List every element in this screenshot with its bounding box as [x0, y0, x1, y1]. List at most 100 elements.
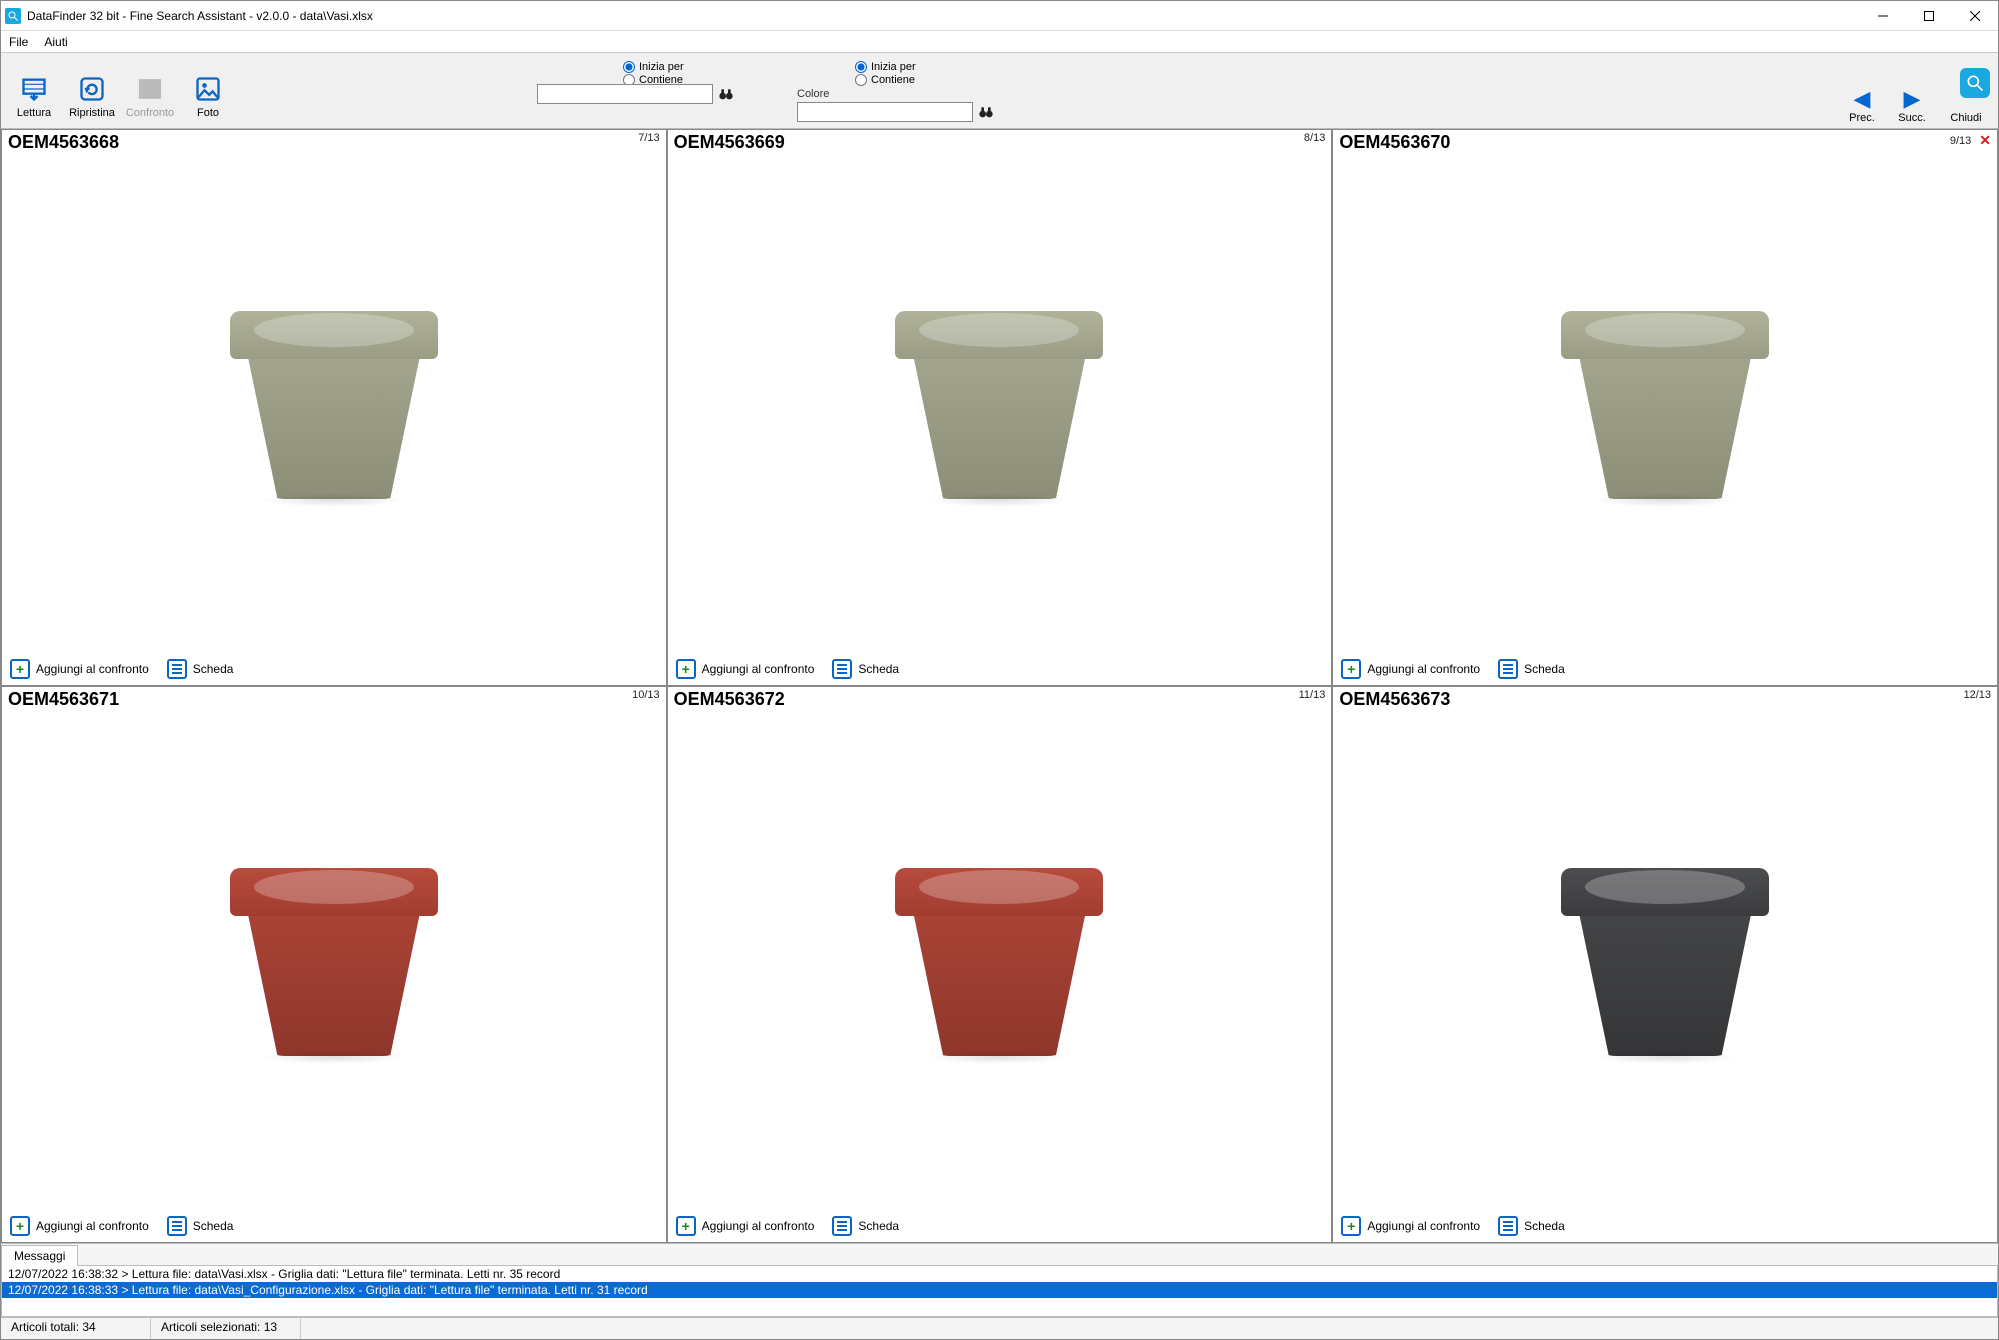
card-count: 11/13 [1299, 689, 1326, 701]
radio-contains-2[interactable]: Contiene [855, 74, 916, 86]
radio-starts-2-label: Inizia per [871, 61, 916, 73]
search-input-2[interactable] [797, 102, 973, 122]
messages-list[interactable]: 12/07/2022 16:38:32 > Lettura file: data… [1, 1265, 1998, 1317]
sheet-icon [1498, 659, 1518, 679]
global-search-button[interactable] [1960, 68, 1990, 98]
binoculars-icon-2[interactable] [975, 102, 997, 122]
card-code: OEM4563670 [1339, 132, 1450, 153]
radio-starts-2[interactable]: Inizia per [855, 61, 916, 73]
toolbar: Lettura Ripristina Confronto Foto Inizi [1, 53, 1998, 129]
card-count: 7/13 [638, 132, 659, 144]
toolbar-left: Lettura Ripristina Confronto Foto [5, 56, 237, 124]
confronto-label: Confronto [126, 107, 174, 119]
radio-starts-1-label: Inizia per [639, 61, 684, 73]
sheet-label: Scheda [193, 662, 234, 676]
plus-icon: + [1341, 1216, 1361, 1236]
minimize-button[interactable] [1860, 1, 1906, 31]
messages-panel: Messaggi 12/07/2022 16:38:32 > Lettura f… [1, 1243, 1998, 1317]
message-line[interactable]: 12/07/2022 16:38:32 > Lettura file: data… [2, 1266, 1997, 1282]
foto-label: Foto [197, 107, 219, 119]
message-line[interactable]: 12/07/2022 16:38:33 > Lettura file: data… [2, 1282, 1997, 1298]
add-compare-label: Aggiungi al confronto [1367, 662, 1480, 676]
radio-starts-1[interactable]: Inizia per [623, 61, 684, 73]
card-image [1333, 710, 1997, 1210]
result-card: OEM4563670 9/13 ✕ + Aggiungi al confront… [1332, 129, 1998, 686]
status-selected: Articoli selezionati: 13 [151, 1318, 301, 1339]
photo-icon [194, 75, 222, 103]
card-image [1333, 153, 1997, 653]
card-code: OEM4563669 [674, 132, 785, 153]
close-button[interactable] [1952, 1, 1998, 31]
close-label: Chiudi [1950, 112, 1981, 124]
table-arrow-icon [20, 75, 48, 103]
sheet-button[interactable]: Scheda [1498, 1216, 1565, 1236]
triangle-right-icon: ▶ [1904, 88, 1921, 110]
lettura-button[interactable]: Lettura [5, 56, 63, 124]
result-card: OEM4563669 8/13 + Aggiungi al confronto … [667, 129, 1333, 686]
add-compare-button[interactable]: + Aggiungi al confronto [10, 659, 149, 679]
next-label: Succ. [1898, 112, 1926, 124]
ripristina-label: Ripristina [69, 107, 115, 119]
sheet-button[interactable]: Scheda [1498, 659, 1565, 679]
plus-icon: + [10, 659, 30, 679]
sheet-icon [167, 659, 187, 679]
search-block-2: Inizia per Contiene Colore [797, 61, 997, 122]
result-card: OEM4563668 7/13 + Aggiungi al confronto … [1, 129, 667, 686]
sheet-label: Scheda [1524, 1219, 1565, 1233]
sheet-button[interactable]: Scheda [832, 659, 899, 679]
sheet-button[interactable]: Scheda [832, 1216, 899, 1236]
card-code: OEM4563672 [674, 689, 785, 710]
app-window: DataFinder 32 bit - Fine Search Assistan… [0, 0, 1999, 1340]
card-count: 9/13 [1950, 135, 1971, 147]
result-card: OEM4563673 12/13 + Aggiungi al confronto… [1332, 686, 1998, 1243]
messages-tab[interactable]: Messaggi [1, 1245, 78, 1266]
card-image [2, 153, 666, 653]
prev-button[interactable]: ◀ Prec. [1842, 88, 1882, 124]
next-button[interactable]: ▶ Succ. [1892, 88, 1932, 124]
plus-icon: + [676, 659, 696, 679]
maximize-button[interactable] [1906, 1, 1952, 31]
card-count: 12/13 [1963, 689, 1991, 701]
app-icon [5, 8, 21, 24]
foto-button[interactable]: Foto [179, 56, 237, 124]
card-code: OEM4563671 [8, 689, 119, 710]
pot-icon [1555, 850, 1775, 1070]
prev-label: Prec. [1849, 112, 1875, 124]
add-compare-button[interactable]: + Aggiungi al confronto [1341, 659, 1480, 679]
ripristina-button[interactable]: Ripristina [63, 56, 121, 124]
sheet-button[interactable]: Scheda [167, 1216, 234, 1236]
sheet-button[interactable]: Scheda [167, 659, 234, 679]
radio-contains-2-label: Contiene [871, 74, 915, 86]
add-compare-button[interactable]: + Aggiungi al confronto [1341, 1216, 1480, 1236]
window-controls [1860, 1, 1998, 31]
add-compare-label: Aggiungi al confronto [36, 662, 149, 676]
grid-icon [136, 75, 164, 103]
result-card: OEM4563672 11/13 + Aggiungi al confronto… [667, 686, 1333, 1243]
card-image [668, 710, 1332, 1210]
plus-icon: + [10, 1216, 30, 1236]
menu-aiuti[interactable]: Aiuti [36, 32, 75, 52]
menu-file[interactable]: File [1, 32, 36, 52]
card-count: 8/13 [1304, 132, 1325, 144]
sheet-label: Scheda [858, 662, 899, 676]
statusbar: Articoli totali: 34 Articoli selezionati… [1, 1317, 1998, 1339]
sheet-label: Scheda [858, 1219, 899, 1233]
pot-icon [889, 850, 1109, 1070]
refresh-icon [78, 75, 106, 103]
add-compare-button[interactable]: + Aggiungi al confronto [676, 659, 815, 679]
pot-icon [224, 293, 444, 513]
titlebar: DataFinder 32 bit - Fine Search Assistan… [1, 1, 1998, 31]
card-count: 10/13 [632, 689, 660, 701]
add-compare-label: Aggiungi al confronto [1367, 1219, 1480, 1233]
close-x-icon[interactable]: ✕ [1979, 132, 1991, 149]
search-input-1[interactable] [537, 84, 713, 104]
menubar: File Aiuti [1, 31, 1998, 53]
binoculars-icon-1[interactable] [715, 84, 737, 104]
search-block-1: Inizia per Contiene Capienza (L) [537, 61, 737, 122]
add-compare-button[interactable]: + Aggiungi al confronto [676, 1216, 815, 1236]
add-compare-label: Aggiungi al confronto [36, 1219, 149, 1233]
sheet-icon [167, 1216, 187, 1236]
pot-icon [224, 850, 444, 1070]
card-code: OEM4563673 [1339, 689, 1450, 710]
add-compare-button[interactable]: + Aggiungi al confronto [10, 1216, 149, 1236]
